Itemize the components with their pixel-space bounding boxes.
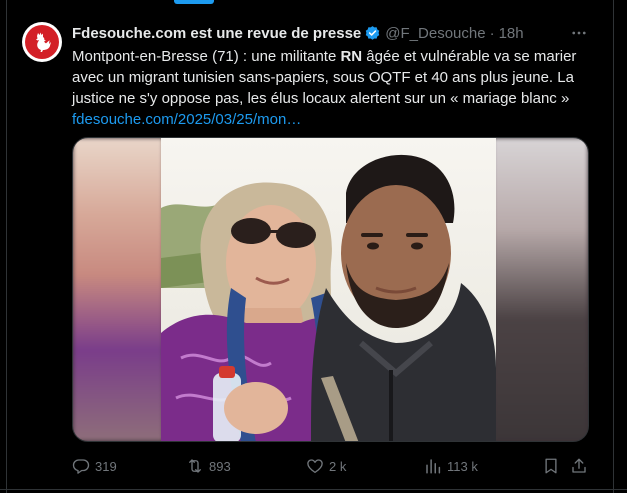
bookmark-icon	[542, 457, 560, 475]
article-link[interactable]: fdesouche.com/2025/03/25/mon…	[72, 111, 301, 128]
tweet-text-bold: RN	[340, 48, 363, 65]
column-border-left	[6, 0, 7, 493]
reply-icon	[72, 457, 90, 475]
views-action[interactable]: 113 k	[424, 456, 478, 476]
tweet-text-part-1: Montpont-en-Bresse (71) : une militante	[72, 48, 341, 65]
display-name[interactable]: Fdesouche.com est une revue de presse	[72, 25, 361, 42]
active-tab-indicator	[174, 0, 214, 4]
repost-icon	[186, 457, 204, 475]
tweet-header: Fdesouche.com est une revue de presse @F…	[72, 22, 524, 44]
like-action[interactable]: 2 k	[306, 456, 346, 476]
avatar[interactable]	[22, 22, 62, 62]
separator-dot: ·	[489, 24, 495, 42]
more-dots-icon[interactable]	[568, 22, 590, 44]
views-count: 113 k	[447, 458, 478, 474]
tweet-photo[interactable]	[161, 138, 496, 441]
heart-icon	[306, 457, 324, 475]
reply-count: 319	[95, 458, 117, 474]
tweet-media[interactable]	[72, 137, 589, 442]
share-action[interactable]	[569, 456, 589, 476]
media-blur-right	[493, 138, 588, 441]
reply-action[interactable]: 319	[72, 456, 117, 476]
repost-action[interactable]: 893	[186, 456, 231, 476]
column-border-right	[613, 0, 614, 493]
views-chart-icon	[424, 457, 442, 475]
tweet-divider	[0, 489, 627, 490]
like-count: 2 k	[329, 458, 347, 474]
media-blur-left	[73, 138, 163, 441]
share-icon	[570, 457, 588, 475]
tweet-text: Montpont-en-Bresse (71) : une militante …	[72, 46, 594, 130]
repost-count: 893	[209, 458, 231, 474]
rooster-icon	[25, 25, 59, 59]
bookmark-action[interactable]	[541, 456, 561, 476]
timestamp[interactable]: 18h	[499, 25, 524, 42]
verified-badge-icon[interactable]	[364, 25, 381, 42]
user-handle[interactable]: @F_Desouche	[385, 25, 485, 42]
